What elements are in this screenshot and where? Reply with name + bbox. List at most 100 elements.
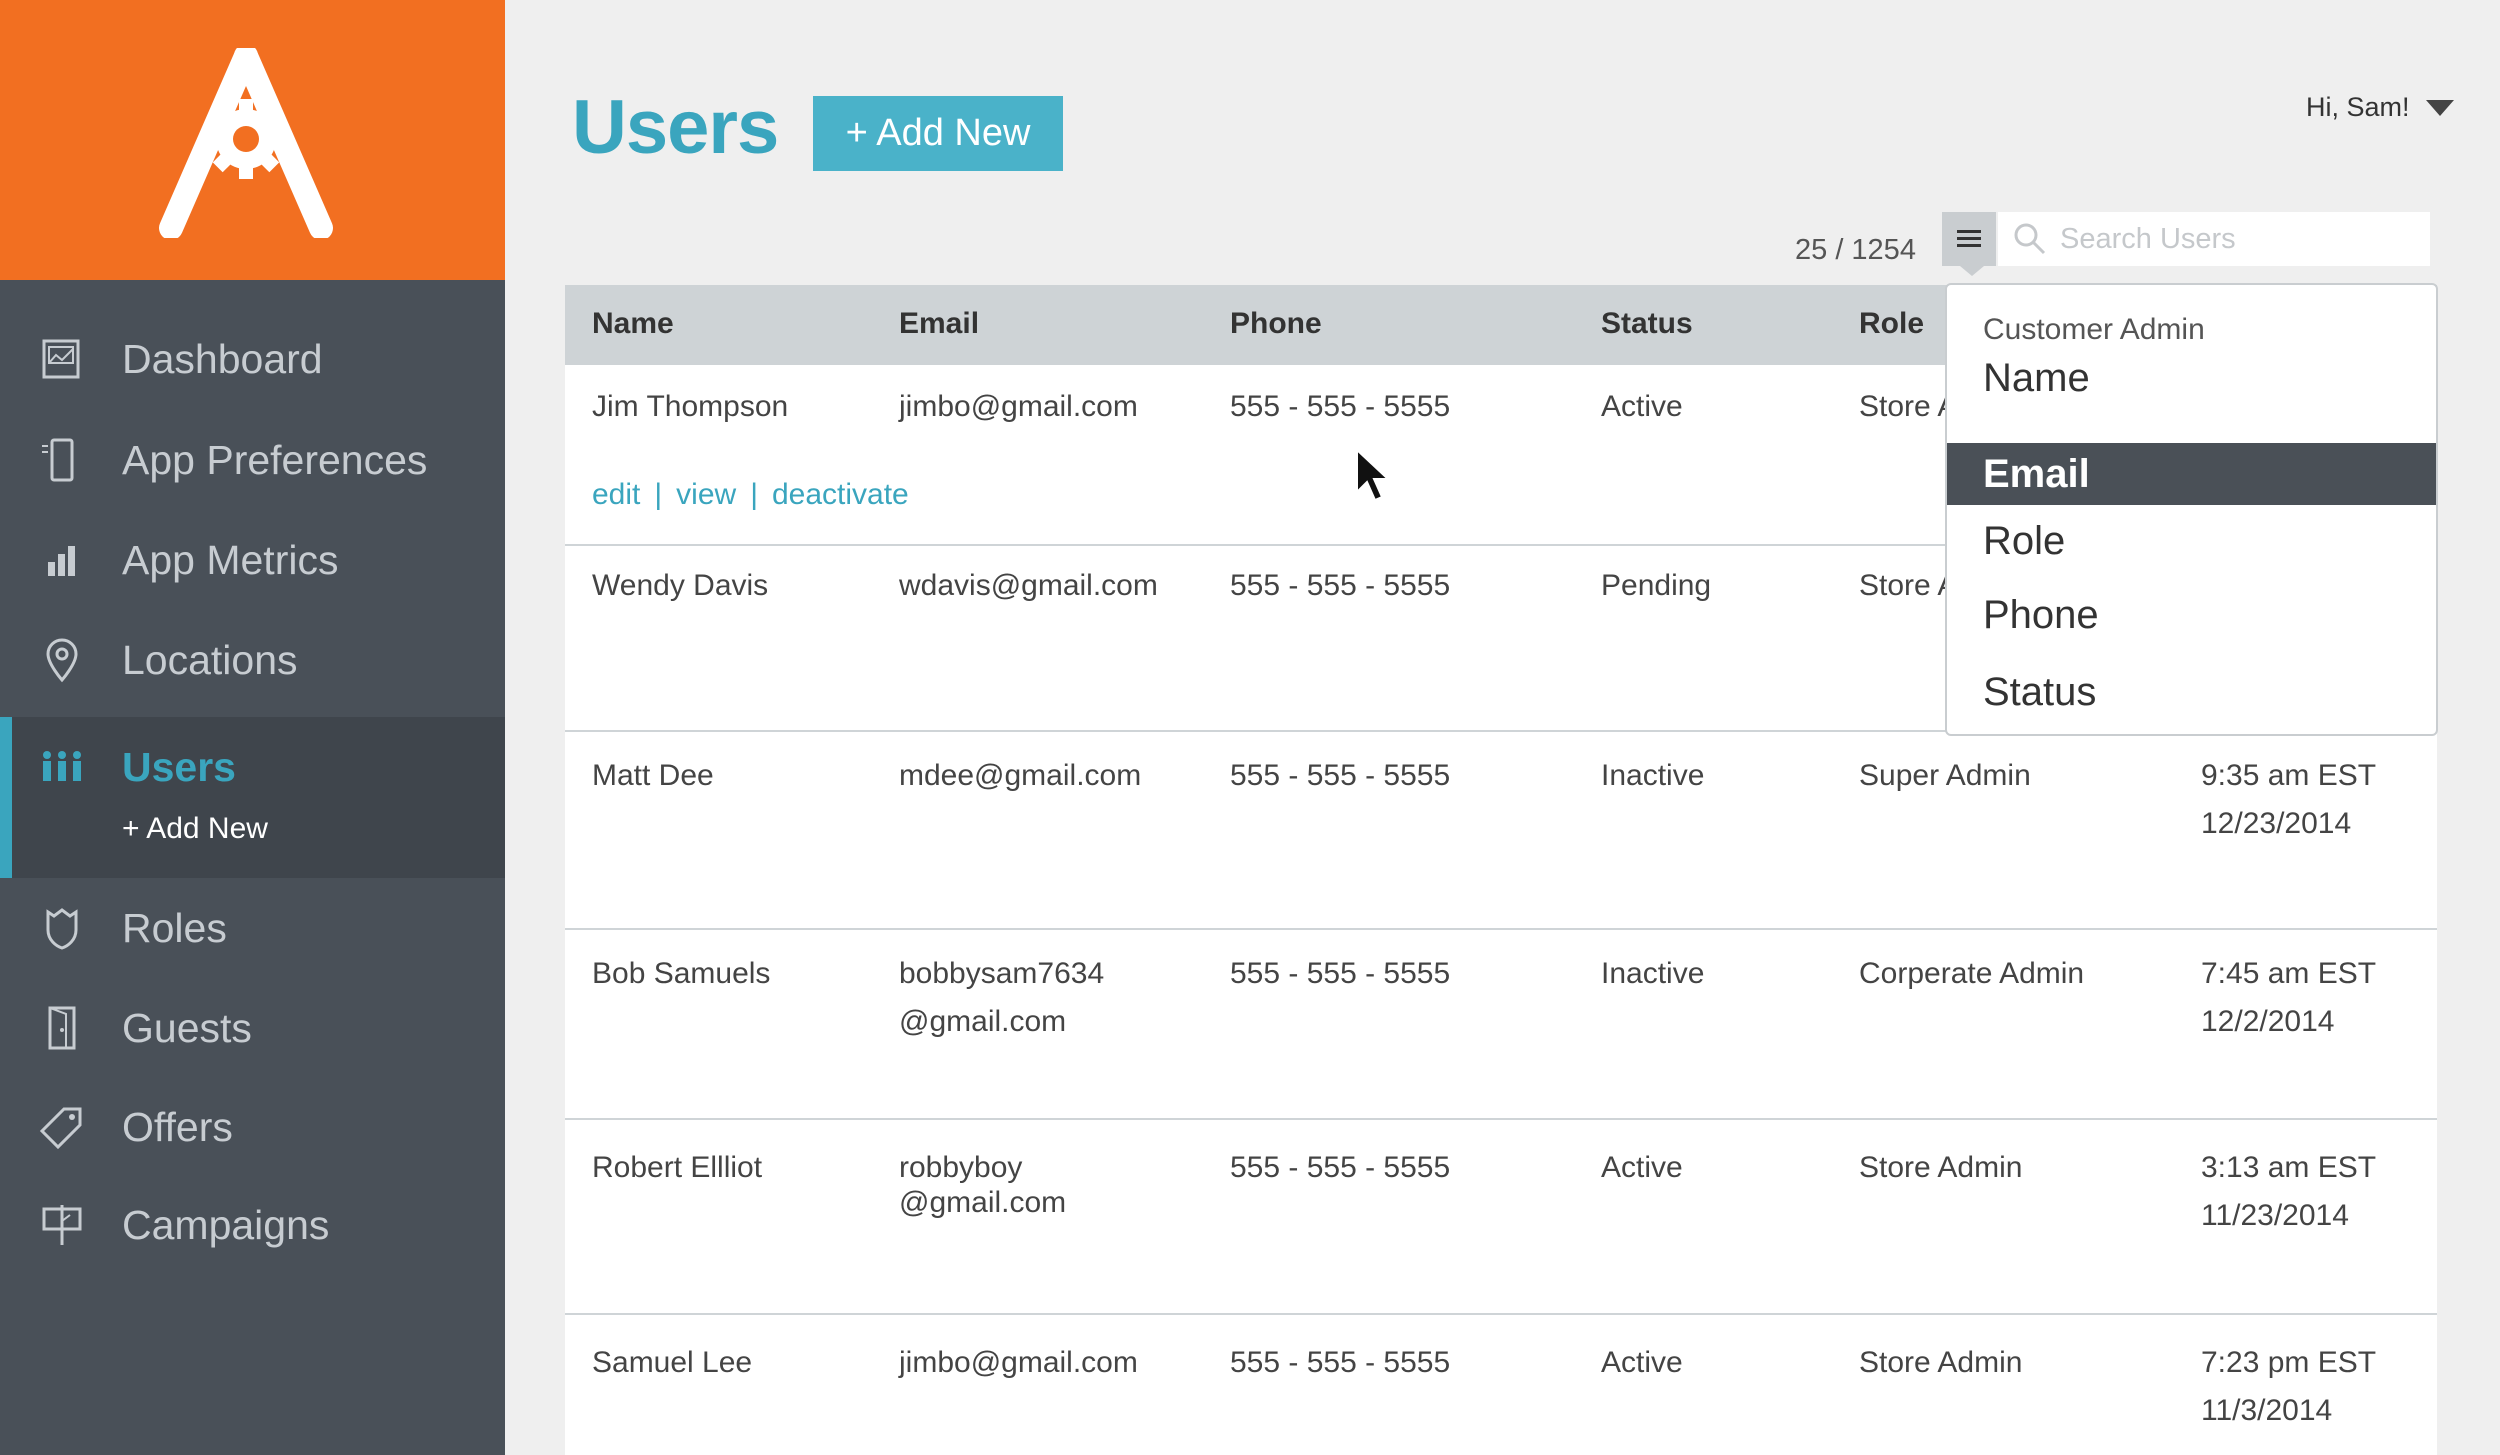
- tag-icon: [39, 1107, 82, 1150]
- cell-email: jimbo@gmail.com: [899, 1346, 1138, 1379]
- sidebar-item-label: Offers: [122, 1103, 233, 1150]
- sidebar-item-locations[interactable]: Locations: [0, 610, 505, 710]
- view-link[interactable]: view: [676, 478, 736, 511]
- cell-status: Active: [1601, 390, 1683, 423]
- sidebar-item-label: Locations: [122, 636, 298, 683]
- sidebar-item-guests[interactable]: Guests: [0, 978, 505, 1078]
- table-row[interactable]: Robert Ellliot robbyboy @gmail.com 555 -…: [565, 1120, 2437, 1315]
- cell-status: Inactive: [1601, 957, 1705, 990]
- cell-date: 12/23/2014: [2201, 807, 2352, 840]
- column-header-name[interactable]: Name: [592, 307, 674, 341]
- cell-date: 11/23/2014: [2201, 1199, 2349, 1232]
- cell-phone: 555 - 555 - 5555: [1230, 569, 1451, 602]
- sidebar-item-offers[interactable]: Offers: [0, 1077, 505, 1177]
- cell-name: Samuel Lee: [592, 1346, 753, 1379]
- sidebar-item-app-preferences[interactable]: App Preferences: [0, 410, 505, 510]
- dashboard-icon: [42, 339, 80, 379]
- sidebar-item-label: App Preferences: [122, 436, 428, 483]
- cell-phone: 555 - 555 - 5555: [1230, 390, 1451, 423]
- sidebar-item-label: App Metrics: [122, 536, 339, 583]
- mouse-pointer-icon: [1356, 448, 1391, 502]
- column-header-status[interactable]: Status: [1601, 307, 1693, 341]
- door-icon: [48, 1006, 76, 1050]
- cell-time: 9:35 am EST: [2201, 759, 2377, 792]
- sidebar-item-campaigns[interactable]: Campaigns: [0, 1175, 505, 1275]
- cell-role: Corperate Admin: [1859, 957, 2085, 990]
- cell-status: Inactive: [1601, 759, 1705, 792]
- filter-dropdown: Customer Admin Name Email Role Phone Sta…: [1945, 283, 2438, 736]
- cell-name: Robert Ellliot: [592, 1151, 763, 1184]
- action-separator: |: [654, 478, 663, 511]
- search-box[interactable]: [1998, 212, 2430, 266]
- cell-email-domain: @gmail.com: [899, 1186, 1067, 1219]
- cell-email: mdee@gmail.com: [899, 759, 1142, 792]
- search-input[interactable]: [2060, 222, 2420, 256]
- cell-time: 7:23 pm EST: [2201, 1346, 2377, 1379]
- cell-status: Active: [1601, 1346, 1683, 1379]
- cell-date: 12/2/2014: [2201, 1005, 2335, 1038]
- results-count: 25 / 1254: [1795, 234, 1916, 266]
- phone-icon: [42, 438, 74, 482]
- dropdown-option-email[interactable]: Email: [1947, 443, 2436, 505]
- cell-email: jimbo@gmail.com: [899, 390, 1138, 423]
- user-menu[interactable]: Hi, Sam!: [2306, 92, 2454, 123]
- sidebar-item-label: Users: [122, 743, 236, 790]
- users-icon: [43, 751, 81, 781]
- cell-role: Super Admin: [1859, 759, 2031, 792]
- action-separator: |: [750, 478, 758, 511]
- cell-phone: 555 - 555 - 5555: [1230, 759, 1451, 792]
- row-actions: edit | view | deactivate: [592, 478, 909, 512]
- sidebar-item-label: Guests: [122, 1004, 252, 1051]
- cell-role: Store Admin: [1859, 1151, 2023, 1184]
- logo-icon: [159, 48, 333, 238]
- signpost-icon: [42, 1205, 82, 1245]
- dropdown-header: Customer Admin: [1983, 313, 2205, 346]
- cell-time: 7:45 am EST: [2201, 957, 2377, 990]
- cell-name: Bob Samuels: [592, 957, 771, 990]
- sidebar-item-dashboard[interactable]: Dashboard: [0, 309, 505, 409]
- page-title: Users: [572, 85, 779, 170]
- cell-email-domain: @gmail.com: [899, 1005, 1067, 1038]
- cell-status: Active: [1601, 1151, 1683, 1184]
- column-header-email[interactable]: Email: [899, 307, 979, 341]
- cell-name: Wendy Davis: [592, 569, 769, 602]
- dropdown-option-status[interactable]: Status: [1947, 661, 2436, 723]
- table-row[interactable]: Bob Samuels bobbysam7634 @gmail.com 555 …: [565, 930, 2437, 1120]
- sidebar-sub-item-add-new[interactable]: + Add New: [122, 812, 268, 846]
- sidebar-item-app-metrics[interactable]: App Metrics: [0, 510, 505, 610]
- column-header-role[interactable]: Role: [1859, 307, 1924, 341]
- dropdown-option-role[interactable]: Role: [1947, 510, 2436, 572]
- cell-time: 3:13 am EST: [2201, 1151, 2377, 1184]
- sidebar-item-roles[interactable]: Roles: [0, 878, 505, 978]
- sidebar-item-label: Dashboard: [122, 335, 323, 382]
- add-new-user-button[interactable]: + Add New: [813, 96, 1063, 171]
- dropdown-option-phone[interactable]: Phone: [1947, 584, 2436, 646]
- cell-role: Store Admin: [1859, 1346, 2023, 1379]
- shield-icon: [46, 908, 78, 950]
- table-row[interactable]: Matt Dee mdee@gmail.com 555 - 555 - 5555…: [565, 732, 2437, 930]
- filter-menu-button[interactable]: [1942, 212, 1996, 276]
- sidebar-item-label: Roles: [122, 904, 227, 951]
- deactivate-link[interactable]: deactivate: [772, 478, 909, 511]
- logo-area: [0, 0, 505, 280]
- cell-role: Store A: [1859, 569, 1958, 602]
- dropdown-option-name[interactable]: Name: [1947, 347, 2436, 409]
- bar-chart-icon: [48, 546, 75, 576]
- search-icon: [2014, 223, 2046, 255]
- table-row[interactable]: Samuel Lee jimbo@gmail.com 555 - 555 - 5…: [565, 1315, 2437, 1455]
- cell-status: Pending: [1601, 569, 1712, 602]
- edit-link[interactable]: edit: [592, 478, 640, 511]
- caret-down-icon: [2425, 99, 2454, 116]
- cell-phone: 555 - 555 - 5555: [1230, 957, 1451, 990]
- sidebar: Dashboard App Preferences App Metrics Lo…: [0, 0, 505, 1455]
- greeting-text: Hi, Sam!: [2306, 92, 2410, 122]
- cell-name: Matt Dee: [592, 759, 714, 792]
- sidebar-item-users[interactable]: Users: [0, 717, 505, 817]
- hamburger-icon: [1957, 230, 1981, 247]
- column-header-phone[interactable]: Phone: [1230, 307, 1322, 341]
- map-pin-icon: [46, 638, 78, 683]
- cell-name: Jim Thompson: [592, 390, 789, 423]
- cell-phone: 555 - 555 - 5555: [1230, 1151, 1451, 1184]
- cell-email: bobbysam7634: [899, 957, 1105, 990]
- cell-phone: 555 - 555 - 5555: [1230, 1346, 1451, 1379]
